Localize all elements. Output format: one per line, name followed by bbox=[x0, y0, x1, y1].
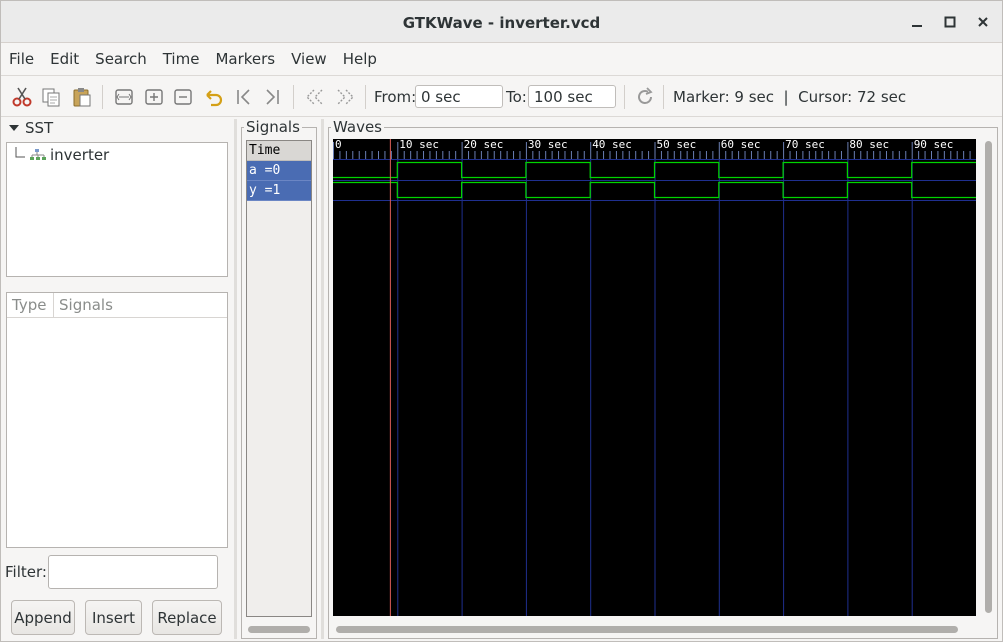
title-bar: GTKWave - inverter.vcd bbox=[1, 1, 1002, 43]
find-previous-edge-icon[interactable] bbox=[304, 86, 326, 108]
zoom-in-icon[interactable] bbox=[143, 86, 165, 108]
waves-canvas[interactable]: 0 10 sec 20 sec 30 sec 40 sec 50 sec 60 sec 70 … bbox=[333, 139, 976, 616]
waves-horizontal-scrollbar[interactable] bbox=[336, 626, 958, 633]
gtkwave-window: GTKWave - inverter.vcd File Edit Search … bbox=[0, 0, 1003, 642]
cut-icon[interactable] bbox=[11, 86, 33, 108]
menu-view[interactable]: View bbox=[283, 50, 335, 68]
zoom-out-icon[interactable] bbox=[172, 86, 194, 108]
module-icon bbox=[30, 149, 46, 160]
signals-scrollbar[interactable] bbox=[248, 626, 310, 633]
toolbar-separator bbox=[624, 85, 625, 109]
paste-icon[interactable] bbox=[71, 86, 93, 108]
toolbar-separator bbox=[293, 85, 294, 109]
ruler-tick-label: 80 sec bbox=[849, 139, 889, 151]
pane-splitter[interactable] bbox=[321, 119, 324, 639]
zoom-fit-icon[interactable] bbox=[113, 86, 135, 108]
column-type[interactable]: Type bbox=[7, 293, 54, 317]
find-next-edge-icon[interactable] bbox=[334, 86, 356, 108]
ruler-tick-label: 10 sec bbox=[399, 139, 439, 151]
menu-edit[interactable]: Edit bbox=[42, 50, 87, 68]
from-input[interactable] bbox=[415, 85, 503, 108]
minimize-icon bbox=[912, 25, 922, 27]
tree-item-label: inverter bbox=[50, 146, 110, 164]
menu-markers[interactable]: Markers bbox=[207, 50, 283, 68]
maximize-icon bbox=[944, 16, 956, 28]
waveform-plot[interactable]: 0 10 sec 20 sec 30 sec 40 sec 50 sec 60 sec 70 … bbox=[333, 139, 976, 616]
close-icon bbox=[978, 17, 988, 27]
menu-bar: File Edit Search Time Markers View Help bbox=[1, 44, 1002, 74]
sst-expander[interactable]: SST bbox=[9, 119, 53, 137]
toolbar: From: To: Marker: 9 sec | Cursor: 72 sec bbox=[1, 75, 1002, 117]
menu-help[interactable]: Help bbox=[335, 50, 385, 68]
signal-row-time[interactable]: Time bbox=[247, 141, 311, 161]
menu-time[interactable]: Time bbox=[155, 50, 208, 68]
reload-icon[interactable] bbox=[634, 86, 656, 108]
toolbar-separator bbox=[663, 85, 664, 109]
minimize-button[interactable] bbox=[905, 10, 929, 34]
pane-splitter[interactable] bbox=[234, 119, 237, 639]
type-signals-header: Type Signals bbox=[7, 293, 227, 318]
marker-cursor-status: Marker: 9 sec | Cursor: 72 sec bbox=[673, 88, 907, 106]
ruler-tick-label: 20 sec bbox=[464, 139, 504, 151]
filter-label: Filter: bbox=[5, 563, 47, 581]
replace-button[interactable]: Replace bbox=[152, 600, 222, 635]
copy-icon[interactable] bbox=[40, 86, 62, 108]
tree-item-inverter[interactable]: inverter bbox=[13, 145, 109, 165]
waves-header: Waves bbox=[331, 118, 384, 136]
trace-y bbox=[333, 181, 976, 199]
type-signals-list: Type Signals bbox=[6, 292, 228, 548]
menu-file[interactable]: File bbox=[1, 50, 42, 68]
ruler-tick-label: 50 sec bbox=[657, 139, 697, 151]
tree-line-icon bbox=[15, 147, 25, 158]
menu-search[interactable]: Search bbox=[87, 50, 155, 68]
toolbar-separator bbox=[365, 85, 366, 109]
window-title: GTKWave - inverter.vcd bbox=[402, 14, 601, 32]
to-input[interactable] bbox=[528, 85, 616, 108]
ruler-tick-label: 60 sec bbox=[721, 139, 761, 151]
to-label: To: bbox=[506, 88, 527, 106]
filter-input[interactable] bbox=[48, 555, 218, 589]
insert-button[interactable]: Insert bbox=[85, 600, 142, 635]
ruler-tick-label: 30 sec bbox=[528, 139, 568, 151]
ruler-tick-label: 90 sec bbox=[914, 139, 954, 151]
column-signals[interactable]: Signals bbox=[54, 293, 227, 317]
signals-header: Signals bbox=[244, 118, 302, 136]
trace-a bbox=[333, 161, 976, 179]
close-button[interactable] bbox=[971, 10, 995, 34]
append-button[interactable]: Append bbox=[11, 600, 75, 635]
sst-tree: inverter bbox=[6, 142, 228, 277]
zoom-to-start-icon[interactable] bbox=[233, 86, 255, 108]
sst-header-label: SST bbox=[25, 119, 54, 137]
ruler-tick-label: 0 bbox=[335, 139, 342, 151]
signal-row-a[interactable]: a =0 bbox=[247, 161, 311, 181]
signals-list: Time a =0 y =1 bbox=[246, 140, 312, 617]
ruler-tick-label: 70 sec bbox=[785, 139, 825, 151]
zoom-to-end-icon[interactable] bbox=[261, 86, 283, 108]
toolbar-separator bbox=[102, 85, 103, 109]
undo-zoom-icon[interactable] bbox=[202, 86, 224, 108]
maximize-button[interactable] bbox=[938, 10, 962, 34]
triangle-down-icon bbox=[9, 125, 19, 131]
signal-row-y[interactable]: y =1 bbox=[247, 181, 311, 201]
ruler-tick-label: 40 sec bbox=[592, 139, 632, 151]
waves-vertical-scrollbar[interactable] bbox=[985, 141, 992, 613]
from-label: From: bbox=[374, 88, 417, 106]
